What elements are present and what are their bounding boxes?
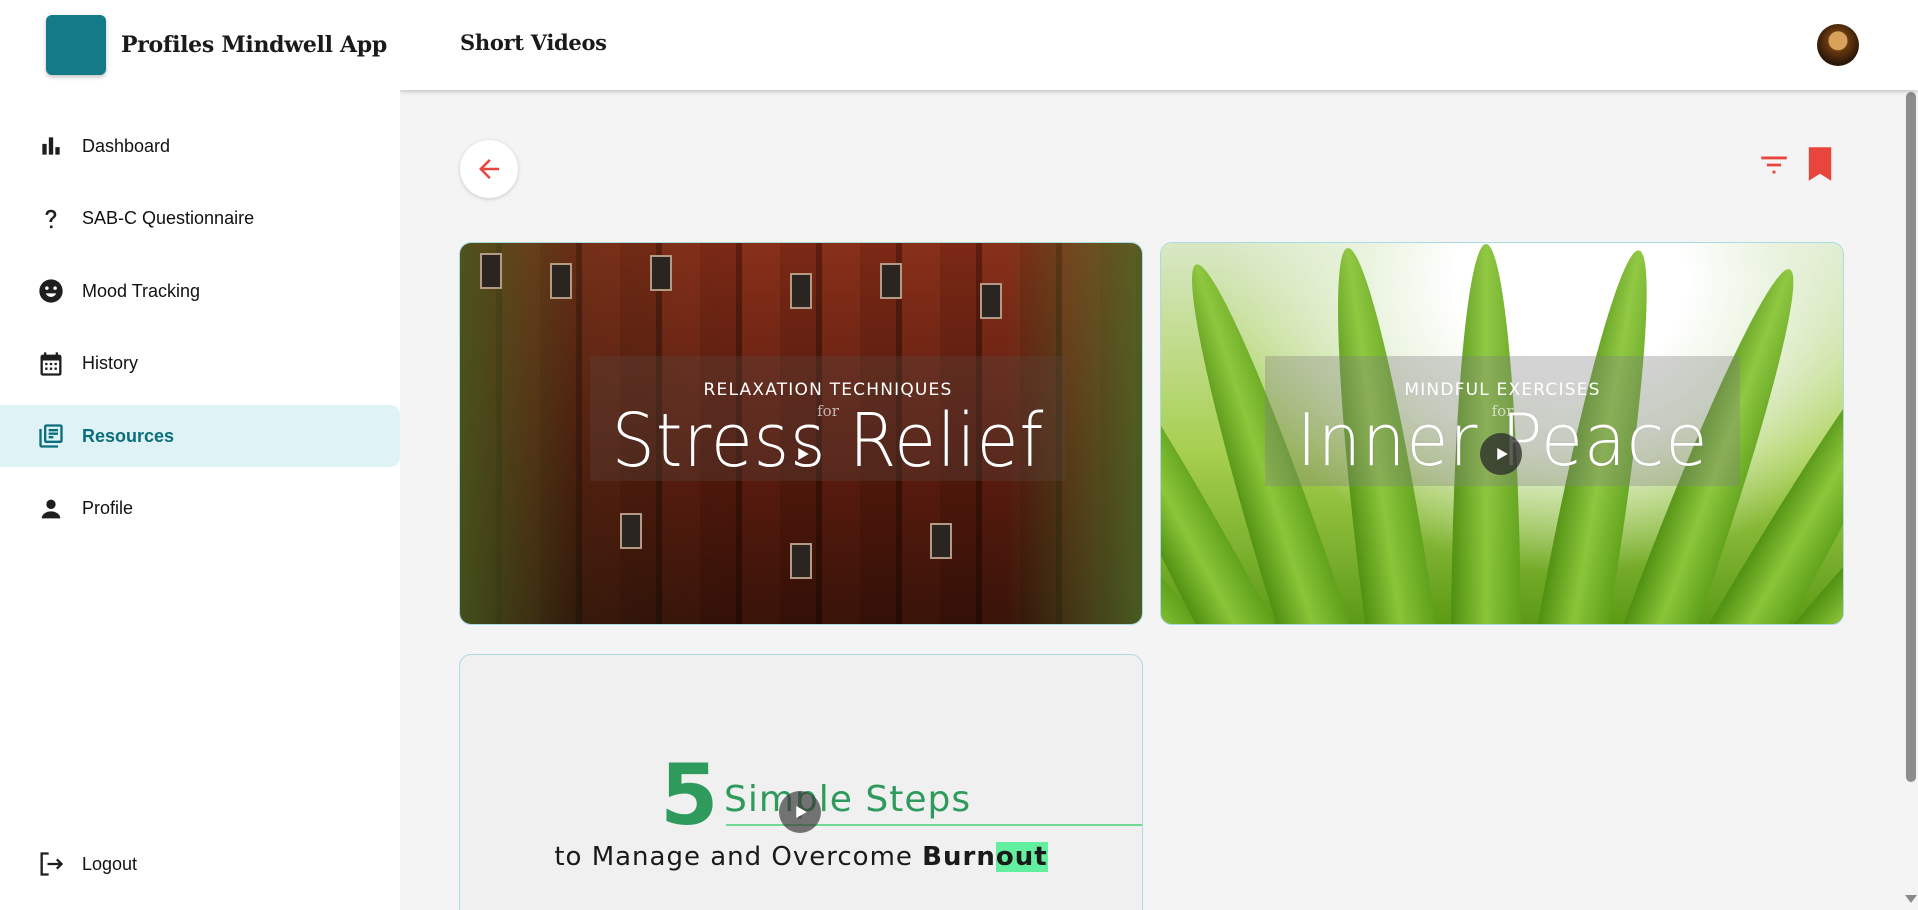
bookmark-button[interactable] xyxy=(1804,145,1836,183)
brand[interactable]: Profiles Mindwell App xyxy=(46,14,387,76)
thumbnail-detail xyxy=(550,263,572,299)
sidebar-nav: Dashboard SAB-C Questionnaire Mood Track… xyxy=(0,115,400,550)
logout-label: Logout xyxy=(82,853,138,874)
play-button[interactable] xyxy=(779,791,821,833)
play-button[interactable] xyxy=(781,433,823,475)
thumbnail-detail xyxy=(930,523,952,559)
sidebar-item-label: History xyxy=(82,353,139,373)
calendar-icon xyxy=(36,349,66,379)
video-card[interactable]: MINDFUL EXERCISES for Inner Peace xyxy=(1160,242,1844,625)
thumbnail-detail xyxy=(480,253,502,289)
sidebar-item-label: Dashboard xyxy=(82,135,171,156)
bar-chart-icon xyxy=(36,131,66,161)
filter-button[interactable] xyxy=(1756,147,1792,183)
logout-icon xyxy=(36,849,66,879)
page-title: Short Videos xyxy=(460,30,607,55)
sidebar-item-sab-c-questionnaire[interactable]: SAB-C Questionnaire xyxy=(0,188,400,250)
play-button[interactable] xyxy=(1480,433,1522,475)
thumbnail-detail xyxy=(880,263,902,299)
video-title-overlay: RELAXATION TECHNIQUES for Stress Relief xyxy=(590,356,1066,481)
sidebar-item-resources[interactable]: Resources xyxy=(0,405,400,467)
smiley-face-icon xyxy=(36,276,66,306)
subtitle-bold: Burn xyxy=(922,842,996,872)
thumbnail-detail xyxy=(980,283,1002,319)
subtitle-highlight: out xyxy=(995,842,1048,872)
avatar[interactable] xyxy=(1817,24,1859,66)
thumbnail-detail xyxy=(790,273,812,309)
sidebar-item-label: Profile xyxy=(82,498,134,518)
sidebar-item-mood-tracking[interactable]: Mood Tracking xyxy=(0,260,400,322)
video-title: Simple Steps xyxy=(724,779,972,820)
subtitle-text: to Manage and Overcome xyxy=(554,842,923,872)
video-title: Stress Relief xyxy=(611,398,1045,484)
thumbnail-detail xyxy=(620,513,642,549)
play-icon xyxy=(791,803,809,821)
person-icon xyxy=(36,494,66,524)
scroll-down-arrow-icon[interactable] xyxy=(1905,895,1917,903)
video-number: 5 xyxy=(660,746,719,844)
bookmark-icon xyxy=(1806,147,1834,181)
scrollbar-thumb[interactable] xyxy=(1906,92,1916,782)
sidebar: Profiles Mindwell App Dashboard SAB-C Qu… xyxy=(0,0,400,910)
back-button[interactable] xyxy=(460,140,518,198)
sidebar-item-label: Resources xyxy=(82,425,175,446)
thumbnail-detail xyxy=(790,543,812,579)
library-books-icon xyxy=(36,421,66,451)
filter-list-icon xyxy=(1757,148,1791,182)
logout-button[interactable]: Logout xyxy=(0,834,400,894)
sidebar-item-history[interactable]: History xyxy=(0,333,400,395)
video-kicker: RELAXATION TECHNIQUES xyxy=(703,380,953,400)
sidebar-item-label: Mood Tracking xyxy=(82,280,201,301)
video-card[interactable]: 5 Simple Steps to Manage and Overcome Bu… xyxy=(459,654,1143,910)
sidebar-item-profile[interactable]: Profile xyxy=(0,478,400,540)
sidebar-item-dashboard[interactable]: Dashboard xyxy=(0,115,400,177)
sidebar-item-label: SAB-C Questionnaire xyxy=(82,208,255,228)
thumbnail-detail xyxy=(650,255,672,291)
play-icon xyxy=(793,445,811,463)
app-name: Profiles Mindwell App xyxy=(121,32,387,58)
video-kicker: MINDFUL EXERCISES xyxy=(1404,380,1601,400)
video-card[interactable]: RELAXATION TECHNIQUES for Stress Relief xyxy=(459,242,1143,625)
play-icon xyxy=(1492,445,1510,463)
question-mark-icon xyxy=(36,204,66,234)
video-subtitle: to Manage and Overcome Burnout xyxy=(460,842,1142,872)
arrow-left-icon xyxy=(474,154,504,184)
app-logo xyxy=(46,15,106,75)
top-bar: Short Videos xyxy=(400,0,1918,90)
